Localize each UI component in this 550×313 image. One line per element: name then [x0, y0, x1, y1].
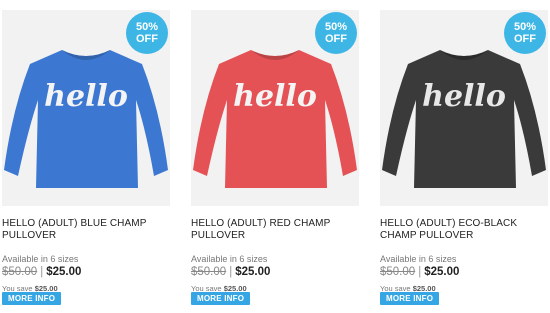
product-card: hello 50% OFF HELLO (ADULT) BLUE CHAMP P… — [2, 10, 170, 310]
sweater-print: hello — [233, 79, 317, 114]
product-image[interactable]: hello 50% OFF — [380, 10, 548, 206]
product-card: hello 50% OFF HELLO (ADULT) ECO-BLACK CH… — [380, 10, 548, 310]
sweater-print: hello — [422, 79, 506, 114]
availability-text: Available in 6 sizes — [2, 254, 79, 264]
badge-percent: 50% — [135, 21, 159, 33]
more-info-button[interactable]: MORE INFO — [380, 292, 440, 305]
more-info-button[interactable]: MORE INFO — [2, 292, 62, 305]
product-title[interactable]: HELLO (ADULT) BLUE CHAMP PULLOVER — [2, 218, 170, 242]
old-price: $50.00 — [380, 266, 416, 278]
old-price: $50.00 — [191, 266, 227, 278]
sweater-print: hello — [44, 79, 128, 114]
product-title[interactable]: HELLO (ADULT) RED CHAMP PULLOVER — [191, 218, 359, 242]
discount-badge: 50% OFF — [315, 12, 357, 54]
price-line: $50.00 | $25.00 — [380, 266, 459, 278]
price-separator: | — [229, 266, 233, 278]
product-image[interactable]: hello 50% OFF — [191, 10, 359, 206]
badge-off: OFF — [325, 33, 347, 45]
more-info-button[interactable]: MORE INFO — [191, 292, 251, 305]
discount-badge: 50% OFF — [504, 12, 546, 54]
product-grid: hello 50% OFF HELLO (ADULT) BLUE CHAMP P… — [0, 0, 550, 313]
badge-off: OFF — [136, 33, 158, 45]
sweater-body — [4, 50, 168, 188]
sweater-body — [382, 50, 546, 188]
price-line: $50.00 | $25.00 — [2, 266, 81, 278]
product-title[interactable]: HELLO (ADULT) ECO-BLACK CHAMP PULLOVER — [380, 218, 548, 242]
sale-price: $25.00 — [46, 266, 82, 278]
price-line: $50.00 | $25.00 — [191, 266, 270, 278]
old-price: $50.00 — [2, 266, 38, 278]
price-separator: | — [418, 266, 422, 278]
badge-percent: 50% — [513, 21, 537, 33]
discount-badge: 50% OFF — [126, 12, 168, 54]
badge-percent: 50% — [324, 21, 348, 33]
product-image[interactable]: hello 50% OFF — [2, 10, 170, 206]
product-card: hello 50% OFF HELLO (ADULT) RED CHAMP PU… — [191, 10, 359, 310]
sale-price: $25.00 — [424, 266, 460, 278]
sweater-body — [193, 50, 357, 188]
availability-text: Available in 6 sizes — [191, 254, 268, 264]
sale-price: $25.00 — [235, 266, 271, 278]
availability-text: Available in 6 sizes — [380, 254, 457, 264]
badge-off: OFF — [514, 33, 536, 45]
price-separator: | — [40, 266, 44, 278]
